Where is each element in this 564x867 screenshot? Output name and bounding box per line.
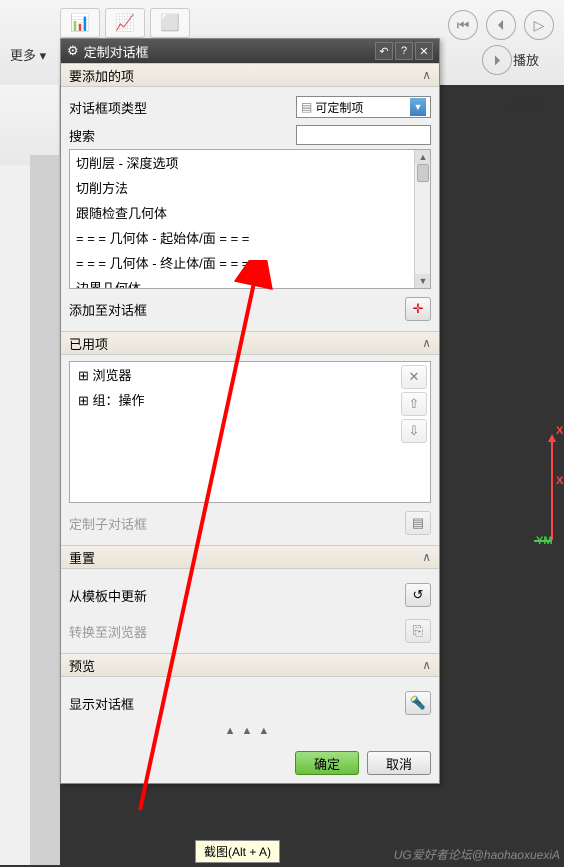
more-button[interactable]: 更多 ▾	[10, 45, 46, 64]
axis-ym-label: YM	[536, 535, 553, 547]
customize-dialog: ⚙ 定制对话框 ↶ ? ✕ 要添加的项 ∧ 对话框项类型 ▤ 可定制项 ▼ 搜索…	[60, 38, 440, 784]
item-type-label: 对话框项类型	[69, 98, 296, 117]
section-add-items[interactable]: 要添加的项 ∧	[61, 63, 439, 87]
list-item[interactable]: 跟随检查几何体	[70, 200, 430, 225]
reset-settings-icon[interactable]: ↶	[375, 42, 393, 60]
chevron-up-icon: ∧	[422, 550, 431, 565]
scroll-down-icon[interactable]: ▼	[415, 274, 431, 288]
toolbar-icon-2[interactable]: 📈	[105, 8, 145, 38]
add-button[interactable]: ✛	[405, 297, 431, 321]
mid-gutter	[30, 155, 60, 865]
sub-dialog-label: 定制子对话框	[69, 514, 147, 533]
sub-dialog-button[interactable]: ▤	[405, 511, 431, 535]
resize-handle[interactable]: ▲▲▲	[61, 725, 439, 743]
help-icon[interactable]: ?	[395, 42, 413, 60]
section-preview-label: 预览	[69, 656, 95, 675]
list-item[interactable]: 边界几何体	[70, 275, 430, 289]
section-add-items-label: 要添加的项	[69, 66, 134, 85]
move-up-button[interactable]: ⇧	[401, 392, 427, 416]
prev-icon[interactable]: ⏴	[486, 10, 516, 40]
chevron-up-icon: ∧	[422, 68, 431, 83]
item-type-value: 可定制项	[315, 99, 363, 116]
search-label: 搜索	[69, 126, 95, 145]
tree-item[interactable]: ⊞ 组：操作	[70, 387, 430, 412]
used-items-tree[interactable]: ⊞ 浏览器 ⊞ 组：操作 ✕ ⇧ ⇩	[69, 361, 431, 503]
toolbar-icon-3[interactable]: ⬜	[150, 8, 190, 38]
close-icon[interactable]: ✕	[415, 42, 433, 60]
section-preview[interactable]: 预览 ∧	[61, 653, 439, 677]
dropdown-arrow-icon: ▼	[410, 98, 426, 116]
more-label: 更多	[10, 48, 36, 63]
tree-item[interactable]: ⊞ 浏览器	[70, 362, 430, 387]
dialog-titlebar[interactable]: ⚙ 定制对话框 ↶ ? ✕	[61, 39, 439, 63]
move-down-button[interactable]: ⇩	[401, 419, 427, 443]
chevron-up-icon: ∧	[422, 336, 431, 351]
toolbar-icon-1[interactable]: 📊	[60, 8, 100, 38]
item-type-select[interactable]: ▤ 可定制项 ▼	[296, 96, 431, 118]
list-item[interactable]: 切削层 - 深度选项	[70, 150, 430, 175]
scroll-thumb[interactable]	[417, 164, 429, 182]
convert-browser-label: 转换至浏览器	[69, 622, 147, 641]
play-icon[interactable]: ▷	[524, 10, 554, 40]
next-icon[interactable]: ⏵	[482, 45, 512, 75]
available-items-list[interactable]: 切削层 - 深度选项 切削方法 跟随检查几何体 = = = 几何体 - 起始体/…	[69, 149, 431, 289]
update-template-button[interactable]: ↺	[405, 583, 431, 607]
dialog-title: 定制对话框	[84, 42, 149, 61]
section-used-label: 已用项	[69, 334, 108, 353]
right-toolbar: ⏮ ⏴ ▷ ⏵	[448, 10, 554, 40]
convert-browser-button[interactable]: ⎘	[405, 619, 431, 643]
gear-icon: ⚙	[67, 43, 79, 59]
screenshot-tooltip: 截图(Alt + A)	[195, 840, 280, 863]
play-label: 播放	[513, 50, 539, 69]
list-item[interactable]: 切削方法	[70, 175, 430, 200]
list-item[interactable]: = = = 几何体 - 终止体/面 = = =	[70, 250, 430, 275]
watermark: UG爱好者论坛@haohaoxuexiA	[394, 846, 560, 863]
scroll-up-icon[interactable]: ▲	[415, 150, 431, 164]
left-gutter	[0, 165, 30, 865]
left-panel-top	[0, 85, 60, 165]
cancel-button[interactable]: 取消	[367, 751, 431, 775]
list-item[interactable]: = = = 几何体 - 起始体/面 = = =	[70, 225, 430, 250]
add-to-dialog-label: 添加至对话框	[69, 300, 147, 319]
remove-button[interactable]: ✕	[401, 365, 427, 389]
search-input[interactable]	[296, 125, 431, 145]
update-template-label: 从模板中更新	[69, 586, 147, 605]
chevron-up-icon: ∧	[422, 658, 431, 673]
show-dialog-label: 显示对话框	[69, 694, 134, 713]
list-scrollbar[interactable]: ▲ ▼	[414, 150, 430, 288]
show-dialog-button[interactable]: 🔦	[405, 691, 431, 715]
ok-button[interactable]: 确定	[295, 751, 359, 775]
axis-xm-label: XM	[556, 425, 564, 437]
axis-xc-label: XC	[556, 475, 564, 487]
track-label: 刀轨动画	[494, 95, 546, 114]
section-reset[interactable]: 重置 ∧	[61, 545, 439, 569]
list-icon: ▤	[301, 100, 312, 114]
rewind-icon[interactable]: ⏮	[448, 10, 478, 40]
section-reset-label: 重置	[69, 548, 95, 567]
section-used-items[interactable]: 已用项 ∧	[61, 331, 439, 355]
